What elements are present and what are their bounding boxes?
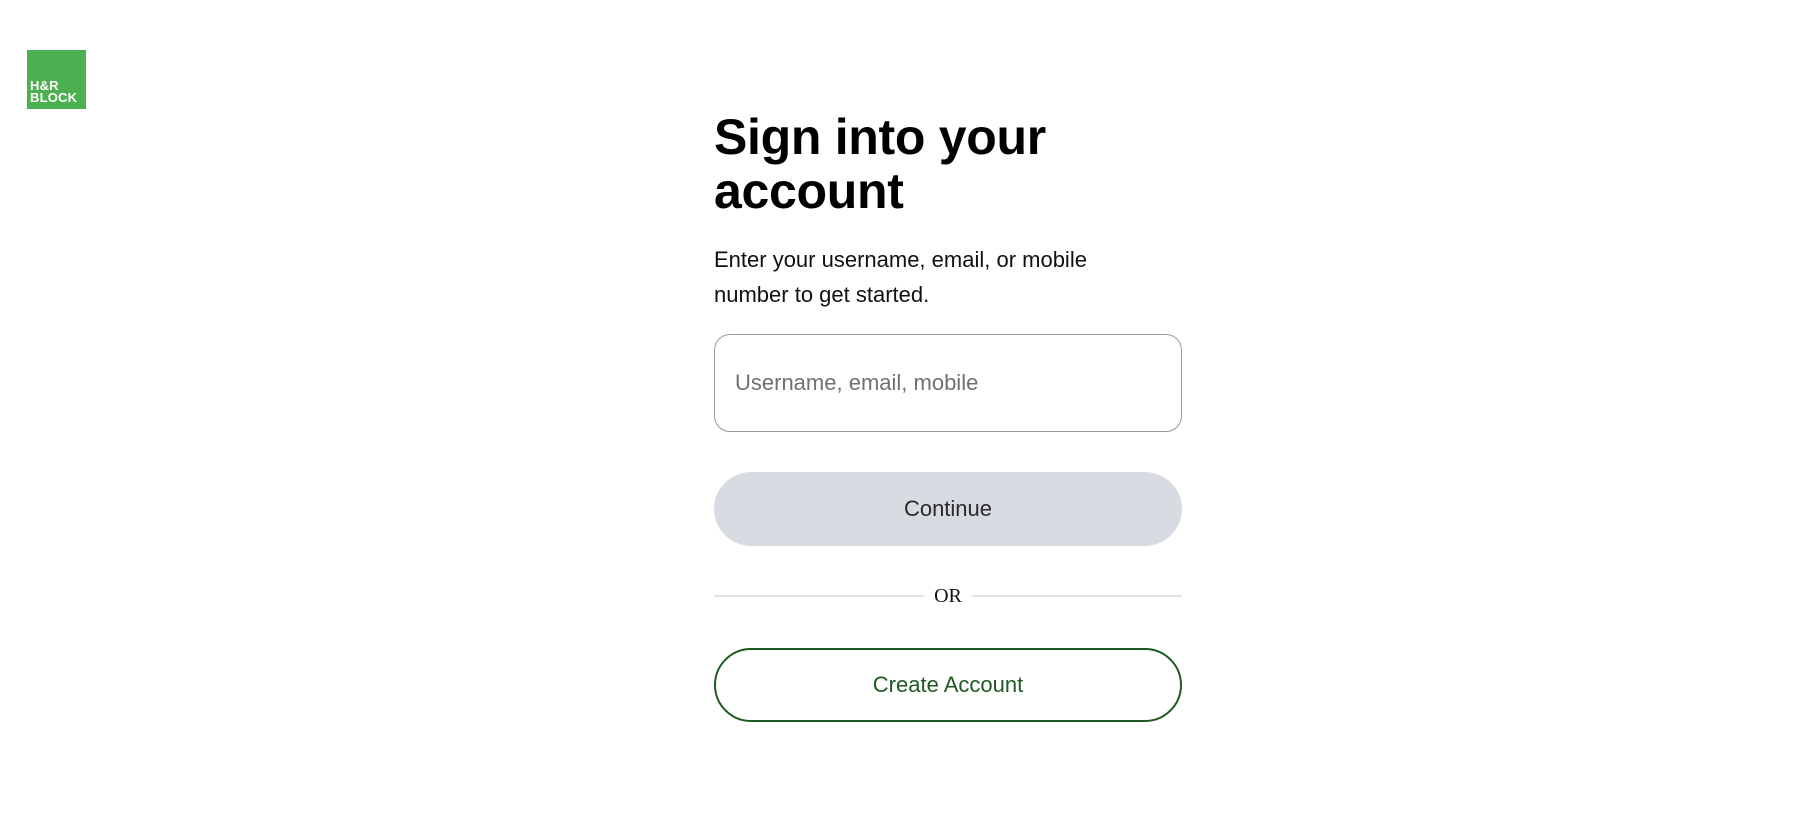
divider-line-right bbox=[971, 595, 1183, 597]
username-input[interactable] bbox=[714, 334, 1182, 432]
logo-text-line2: BLOCK bbox=[30, 90, 78, 105]
continue-button[interactable]: Continue bbox=[714, 472, 1182, 546]
page-subtitle: Enter your username, email, or mobile nu… bbox=[714, 247, 1087, 307]
signin-card: Sign into your account Enter your userna… bbox=[714, 109, 1183, 722]
page-title: Sign into your account bbox=[714, 109, 1046, 219]
hr-block-logo[interactable]: H&R BLOCK bbox=[27, 50, 86, 109]
signin-page: H&R BLOCK Sign into your account Enter y… bbox=[0, 0, 1800, 833]
divider-line-left bbox=[714, 595, 925, 597]
or-divider: OR bbox=[714, 584, 1183, 607]
create-account-button[interactable]: Create Account bbox=[714, 648, 1182, 722]
divider-text: OR bbox=[934, 584, 962, 607]
